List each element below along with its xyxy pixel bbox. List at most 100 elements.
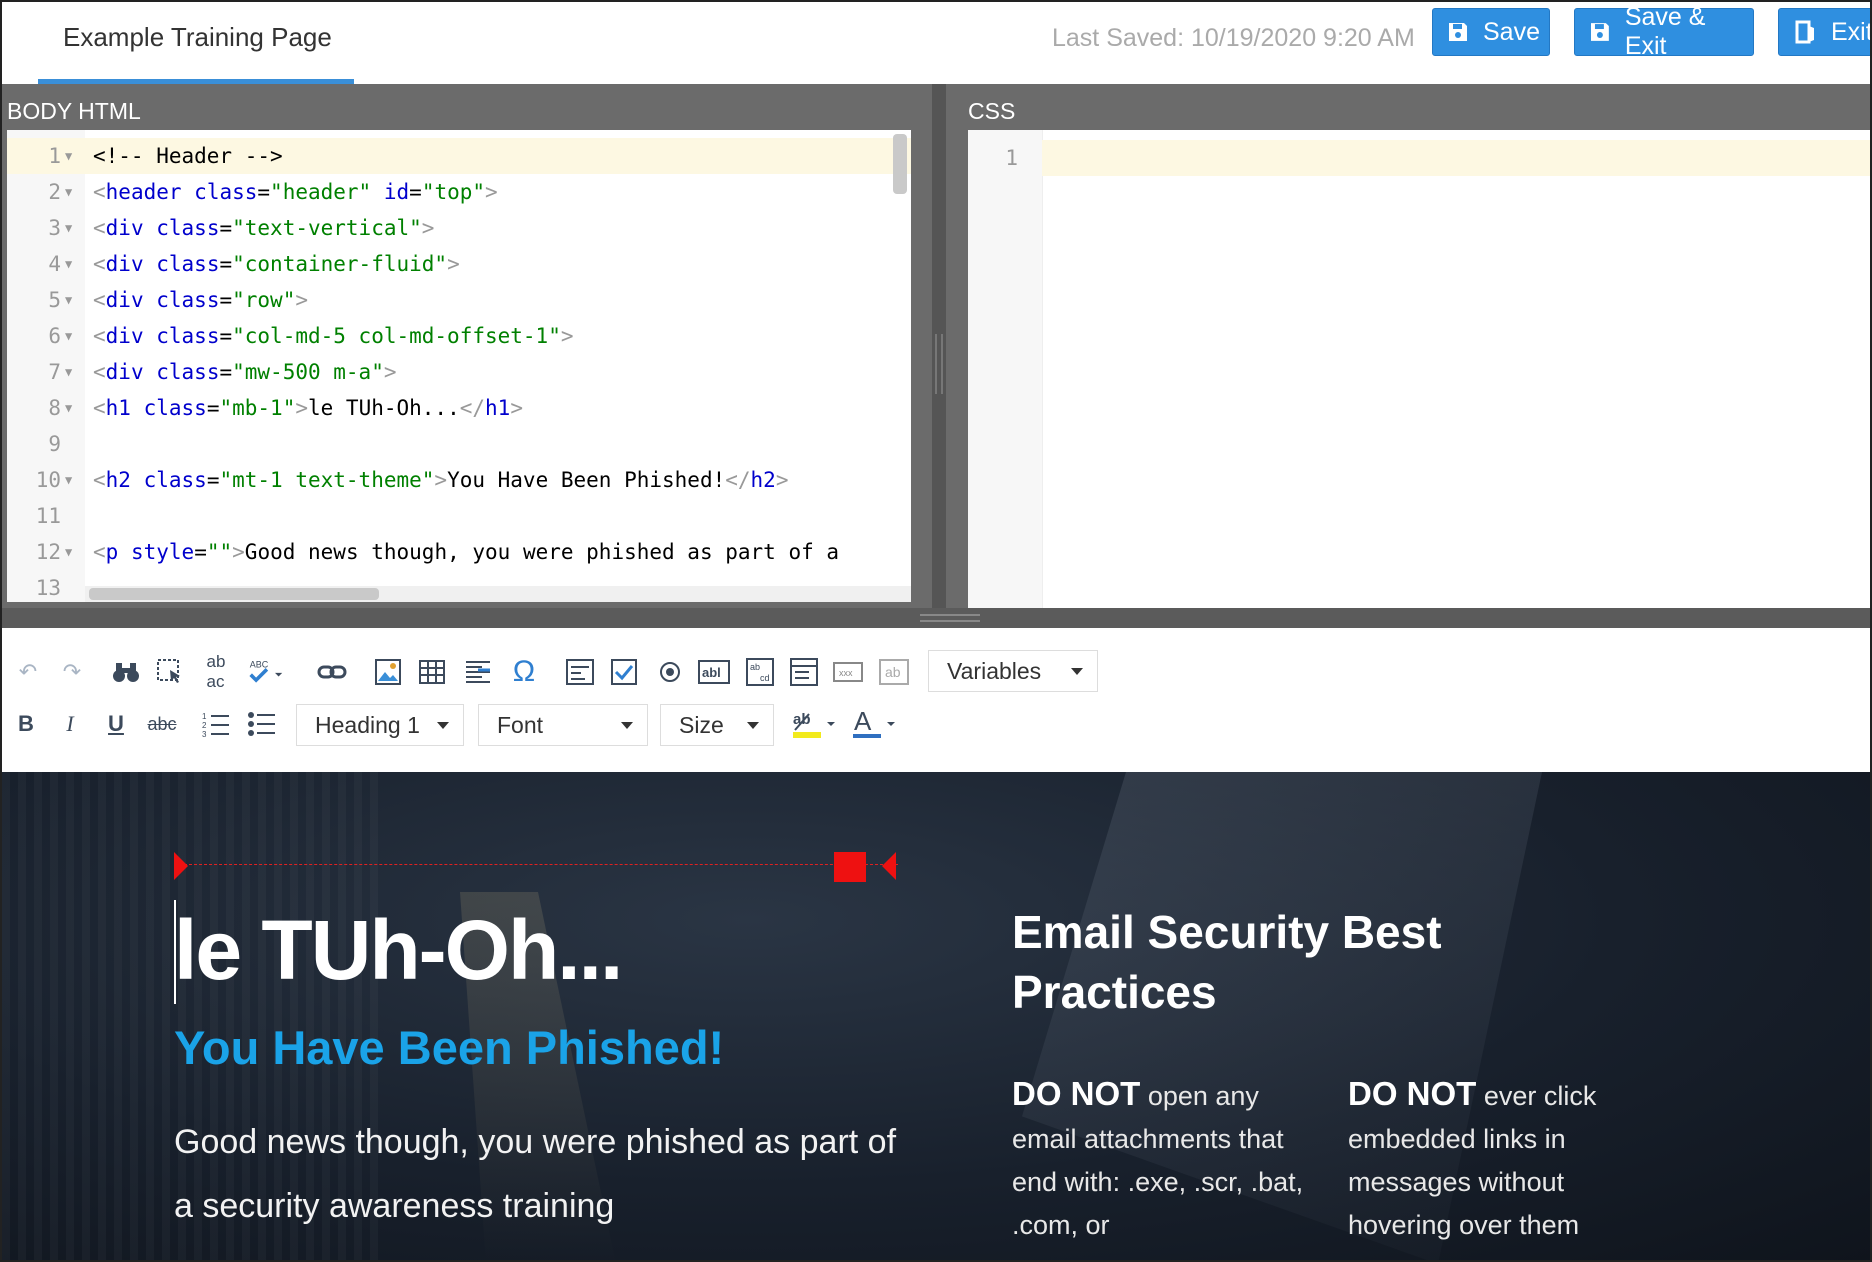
find-binoculars-icon[interactable] [108, 654, 144, 690]
code-line[interactable]: 8 ▼ <h1 class="mb-1">le TUh-Oh...</h1> [7, 390, 911, 426]
underline-icon[interactable]: U [98, 706, 134, 742]
guide-handle-square-icon[interactable] [834, 852, 866, 882]
highlight-color-icon[interactable]: ab [790, 706, 838, 742]
fold-arrow-icon[interactable]: ▼ [65, 246, 72, 282]
fold-arrow-icon[interactable]: ▼ [65, 174, 72, 210]
horizontal-scrollbar[interactable] [85, 586, 911, 602]
code-line[interactable]: 5 ▼ <div class="row"> [7, 282, 911, 318]
undo-icon[interactable]: ↶ [10, 654, 46, 690]
code-line[interactable]: 4 ▼ <div class="container-fluid"> [7, 246, 911, 282]
tip-1-bold: DO NOT [1012, 1075, 1141, 1112]
tip-column-2[interactable]: DO NOT ever click embedded links in mess… [1348, 1072, 1648, 1247]
line-number: 1 [1005, 146, 1018, 170]
text-cursor [174, 900, 176, 1004]
fold-arrow-icon[interactable]: ▼ [65, 318, 72, 354]
app-frame: Example Training Page Last Saved: 10/19/… [0, 0, 1872, 1262]
redo-icon[interactable]: ↷ [54, 654, 90, 690]
numbered-list-icon[interactable]: 123 [198, 706, 234, 742]
tab-title-label: Example Training Page [63, 22, 332, 52]
floppy-disk-icon [1590, 23, 1609, 41]
text-field-icon[interactable]: abl [696, 654, 732, 690]
tip-2-bold: DO NOT [1348, 1075, 1477, 1112]
fold-arrow-icon[interactable]: ▼ [65, 138, 72, 174]
guide-left-arrow-icon[interactable] [174, 852, 188, 880]
strikethrough-icon[interactable]: abc [144, 706, 180, 742]
svg-text:A: A [854, 708, 872, 736]
top-bar: Example Training Page Last Saved: 10/19/… [2, 2, 1870, 84]
horizontal-rule-icon[interactable] [460, 654, 496, 690]
image-icon[interactable] [370, 654, 406, 690]
code-line[interactable]: 6 ▼ <div class="col-md-5 col-md-offset-1… [7, 318, 911, 354]
guide-right-arrow-icon[interactable] [882, 852, 896, 880]
line-number: 7 [48, 360, 61, 384]
exit-button[interactable]: Exit [1778, 8, 1870, 56]
splitter-grip[interactable] [935, 334, 943, 394]
chevron-down-icon [747, 722, 759, 729]
text-color-icon[interactable]: A [850, 706, 898, 742]
italic-icon[interactable]: I [52, 706, 88, 742]
best-practices-heading[interactable]: Email Security Best Practices [1012, 902, 1572, 1022]
code-line[interactable]: 2 ▼ <header class="header" id="top"> [7, 174, 911, 210]
code-line[interactable]: 3 ▼ <div class="text-vertical"> [7, 210, 911, 246]
form-icon[interactable] [562, 654, 598, 690]
select-all-icon[interactable] [152, 654, 188, 690]
fold-arrow-icon[interactable]: ▼ [65, 534, 72, 570]
fold-arrow-icon[interactable]: ▼ [65, 210, 72, 246]
code-line[interactable]: 1 ▼ <!-- Header --> [7, 138, 911, 174]
fold-arrow-icon[interactable]: ▼ [65, 282, 72, 318]
fold-arrow-icon[interactable]: ▼ [65, 354, 72, 390]
svg-text:2: 2 [202, 721, 207, 730]
fold-arrow-icon[interactable]: ▼ [65, 390, 72, 426]
splitter-grip[interactable] [920, 614, 980, 622]
bulleted-list-icon[interactable] [244, 706, 280, 742]
save-and-exit-button[interactable]: Save & Exit [1574, 3, 1754, 60]
vertical-splitter[interactable] [932, 84, 946, 628]
active-code-line[interactable] [1042, 140, 1870, 176]
code-line[interactable]: 10 ▼ <h2 class="mt-1 text-theme">You Hav… [7, 462, 911, 498]
button-field-icon[interactable]: xxx [830, 654, 866, 690]
format-label: Heading 1 [315, 711, 420, 738]
variables-dropdown[interactable]: Variables [928, 650, 1098, 692]
format-dropdown[interactable]: Heading 1 [296, 704, 464, 746]
code-line[interactable]: 11 [7, 498, 911, 534]
select-field-icon[interactable] [786, 654, 822, 690]
fold-arrow-icon[interactable]: ▼ [65, 462, 72, 498]
line-number: 2 [48, 180, 61, 204]
save-button[interactable]: Save [1432, 8, 1550, 56]
tip-column-1[interactable]: DO NOT open any email attachments that e… [1012, 1072, 1312, 1247]
floppy-disk-icon [1449, 23, 1467, 41]
tab-example-training-page[interactable]: Example Training Page [38, 2, 354, 84]
horizontal-splitter[interactable] [2, 608, 1870, 628]
svg-text:1: 1 [202, 712, 207, 721]
line-number: 9 [48, 432, 61, 456]
code-line[interactable]: 9 [7, 426, 911, 462]
spellcheck-icon[interactable]: ABC [248, 654, 284, 690]
chevron-down-icon [621, 722, 633, 729]
scrollbar-thumb[interactable] [89, 588, 379, 600]
code-line[interactable]: 7 ▼ <div class="mw-500 m-a"> [7, 354, 911, 390]
special-character-omega-icon[interactable]: Ω [506, 654, 542, 690]
line-number: 12 [35, 540, 61, 564]
size-dropdown[interactable]: Size [660, 704, 774, 746]
preview-paragraph[interactable]: Good news though, you were phished as pa… [174, 1110, 914, 1238]
bold-icon[interactable]: B [8, 706, 44, 742]
link-icon[interactable] [314, 654, 350, 690]
preview-heading-1[interactable]: le TUh-Oh... [174, 902, 623, 999]
css-editor[interactable]: 1 [968, 130, 1870, 612]
body-html-label: BODY HTML [7, 98, 141, 124]
font-dropdown[interactable]: Font [478, 704, 648, 746]
wysiwyg-preview[interactable]: le TUh-Oh... You Have Been Phished! Good… [2, 772, 1870, 1260]
textarea-icon[interactable]: ab cd [742, 654, 778, 690]
vertical-scrollbar[interactable] [893, 134, 907, 194]
body-html-editor[interactable]: 1 ▼ <!-- Header --> 2 ▼ <header class="h… [7, 130, 911, 602]
code-line[interactable]: 12 ▼ <p style="">Good news though, you w… [7, 534, 911, 570]
checkbox-icon[interactable] [606, 654, 642, 690]
radio-button-icon[interactable] [652, 654, 688, 690]
table-icon[interactable] [414, 654, 450, 690]
hidden-field-icon[interactable]: ab [876, 654, 912, 690]
last-saved-text: Last Saved: 10/19/2020 9:20 AM [1052, 24, 1415, 52]
line-number: 13 [35, 576, 61, 600]
chevron-down-icon [1071, 668, 1083, 675]
preview-heading-2[interactable]: You Have Been Phished! [174, 1020, 724, 1075]
replace-icon[interactable]: ab ac [198, 652, 234, 691]
